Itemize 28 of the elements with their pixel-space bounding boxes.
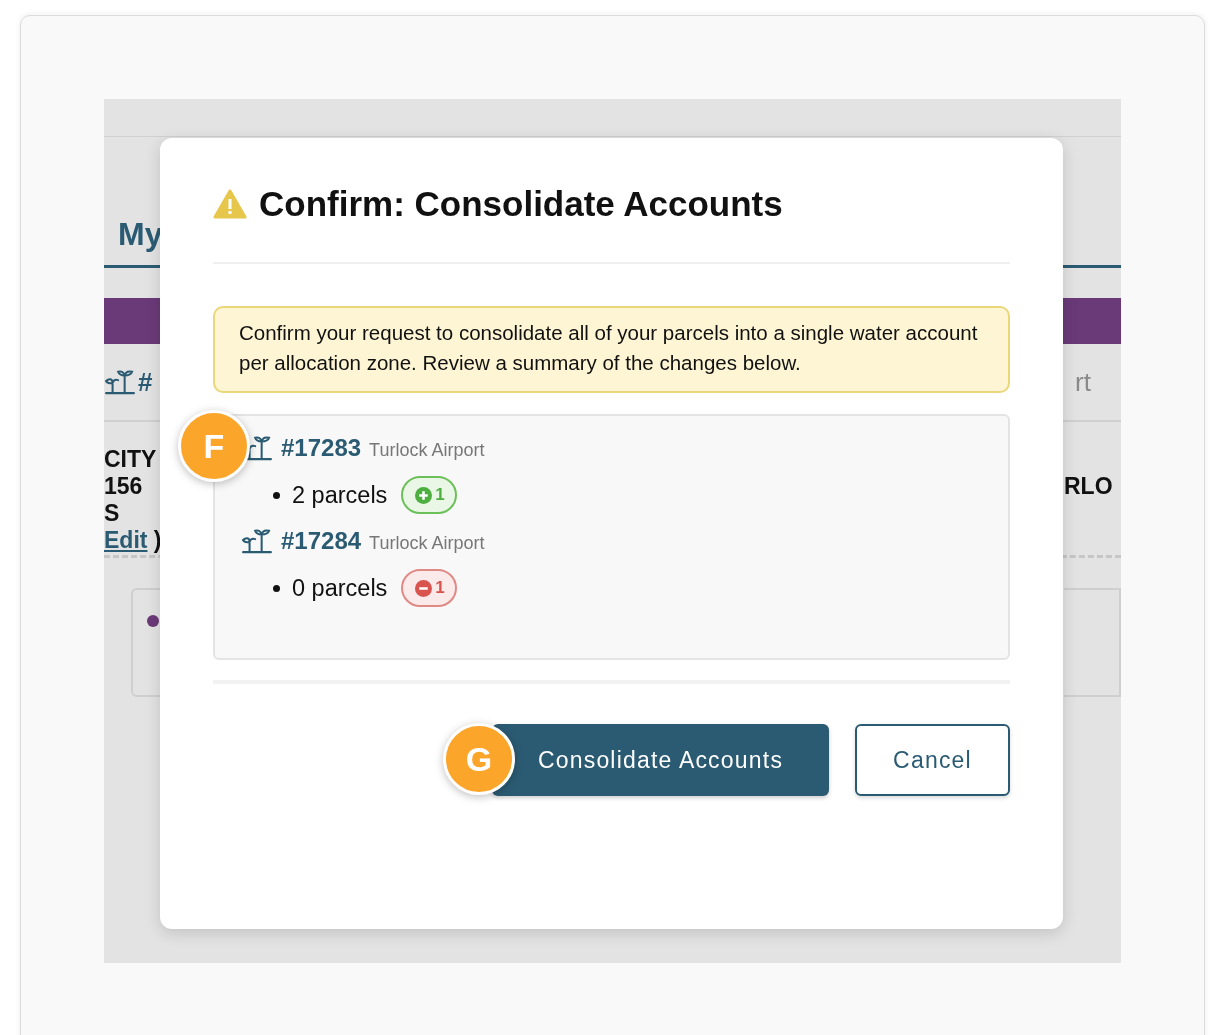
confirmation-message: Confirm your request to consolidate all of your parcels into a single water account per allocation zone. Review a summary of the changes below. [213,306,1010,393]
zone-name: Turlock Airport [369,440,485,461]
status-dot [147,615,159,627]
page-title: My [117,216,160,254]
account-number: #17283 [281,434,362,462]
consolidate-button[interactable]: Consolidate Accounts [492,724,829,796]
edit-link[interactable]: Edit [104,527,148,553]
warning-icon [213,189,247,219]
zone-name: rt [1075,366,1092,398]
bullet-icon [273,584,280,592]
bullet-icon [273,491,280,499]
sprout-icon [104,369,136,395]
sprout-icon [241,528,273,554]
parcel-count: 2 parcels [292,481,388,509]
address-line: CITY [104,446,158,473]
minus-circle-icon [415,579,433,597]
account-number: #17284 [281,527,362,555]
parcel-count: 0 parcels [292,574,388,602]
address-line: 156 S [104,473,144,527]
change-badge: 1 [401,476,457,514]
cancel-button[interactable]: Cancel [855,724,1010,796]
plus-circle-icon [415,486,433,504]
dialog-title: Confirm: Consolidate Accounts [259,184,783,224]
owner-name: RLO [1064,473,1114,500]
account-number: # [138,366,153,398]
edit-line: Edit ) [104,527,160,554]
change-badge: 1 [401,569,457,607]
zone-name: Turlock Airport [369,533,485,554]
